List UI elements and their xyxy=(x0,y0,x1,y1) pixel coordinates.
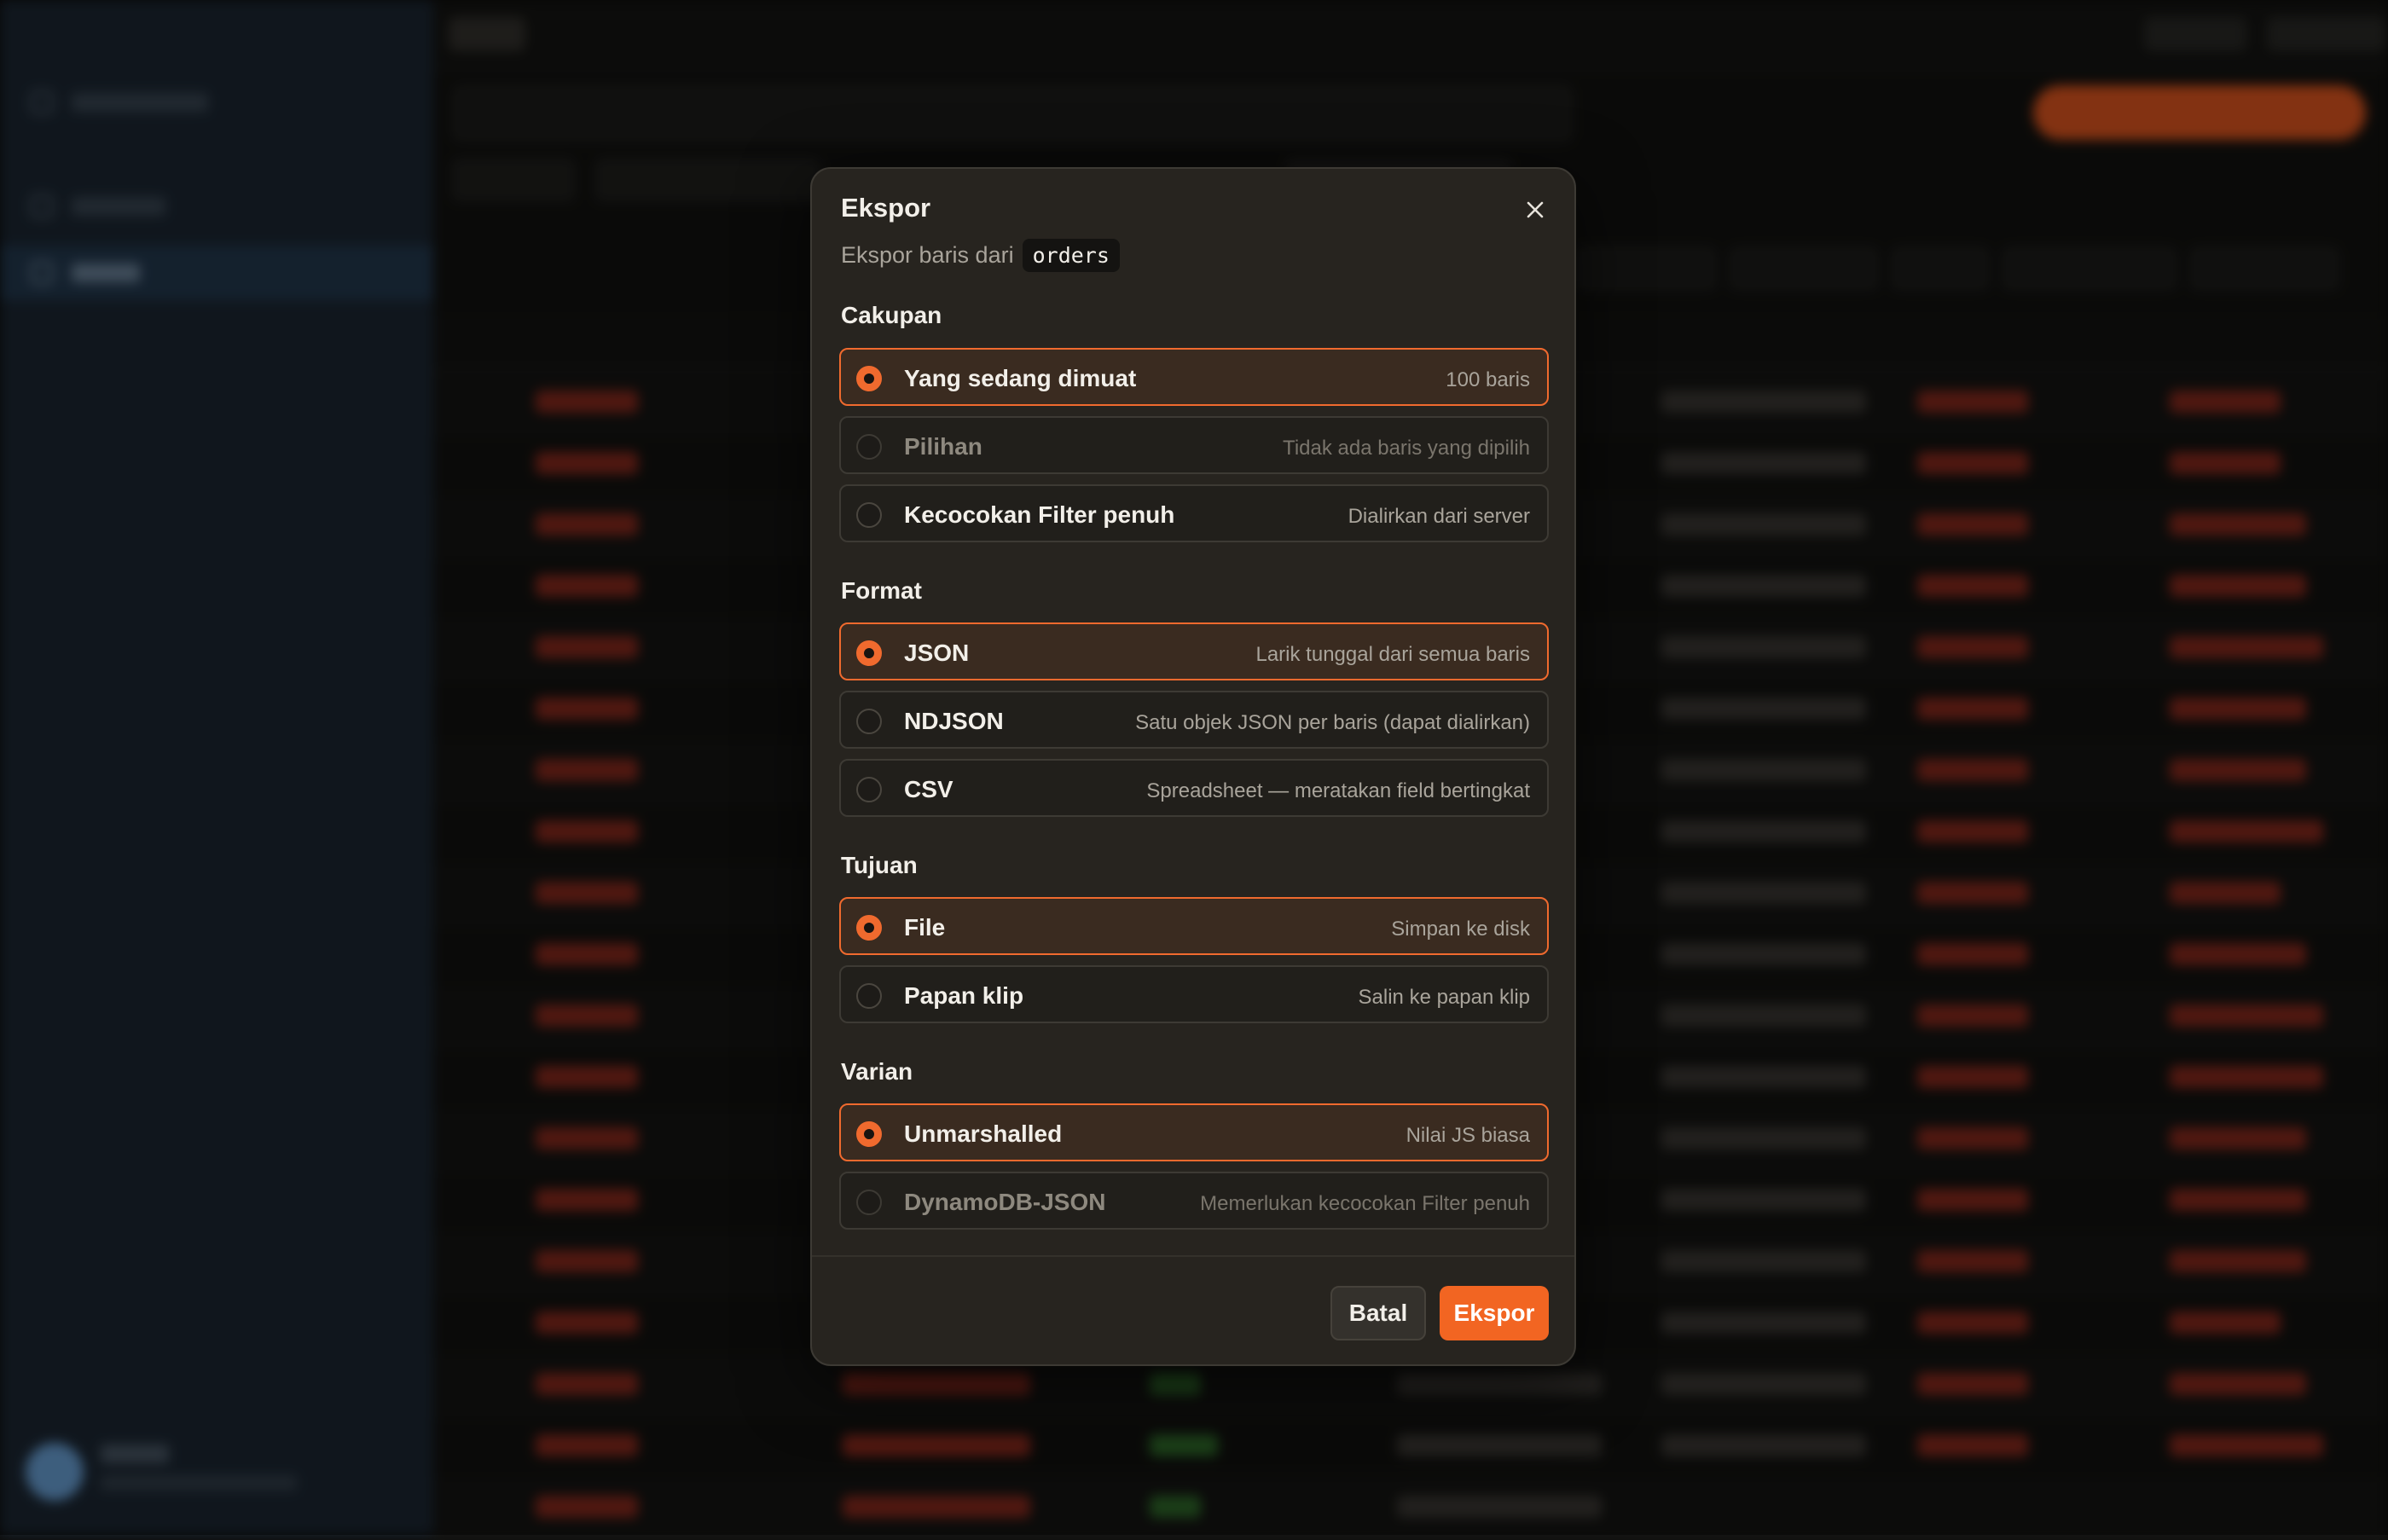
radio-selected xyxy=(856,640,882,666)
option-description: Tidak ada baris yang dipilih xyxy=(1283,437,1530,460)
section-label-scope: Cakupan xyxy=(841,302,942,328)
radio xyxy=(856,502,882,528)
option-variant-dynamodb-json: DynamoDB-JSON Memerlukan kecocokan Filte… xyxy=(839,1172,1549,1230)
radio xyxy=(856,1190,882,1215)
radio xyxy=(856,434,882,460)
option-description: Satu objek JSON per baris (dapat dialirk… xyxy=(1135,711,1530,734)
option-label: Papan klip xyxy=(904,982,1024,1009)
option-label: Pilihan xyxy=(904,433,982,460)
option-label: Yang sedang dimuat xyxy=(904,365,1137,391)
option-variant-unmarshalled[interactable]: Unmarshalled Nilai JS biasa xyxy=(839,1103,1549,1161)
option-format-ndjson[interactable]: NDJSON Satu objek JSON per baris (dapat … xyxy=(839,691,1549,749)
radio-selected xyxy=(856,366,882,391)
section-label-format: Format xyxy=(841,577,922,604)
option-label: Unmarshalled xyxy=(904,1120,1063,1147)
table-name-chip: orders xyxy=(1022,239,1120,272)
option-label: JSON xyxy=(904,640,970,666)
option-format-csv[interactable]: CSV Spreadsheet — meratakan field bertin… xyxy=(839,759,1549,817)
section-label-destination: Tujuan xyxy=(841,852,918,878)
close-button[interactable] xyxy=(1518,193,1552,227)
cancel-button[interactable]: Batal xyxy=(1330,1286,1426,1340)
close-icon xyxy=(1527,201,1544,218)
radio-selected xyxy=(856,1121,882,1147)
option-destination-clipboard[interactable]: Papan klip Salin ke papan klip xyxy=(839,965,1549,1023)
option-scope-loaded[interactable]: Yang sedang dimuat 100 baris xyxy=(839,348,1549,406)
option-description: Memerlukan kecocokan Filter penuh xyxy=(1200,1192,1530,1215)
option-label: NDJSON xyxy=(904,708,1004,734)
option-format-json[interactable]: JSON Larik tunggal dari semua baris xyxy=(839,622,1549,680)
radio xyxy=(856,709,882,734)
option-description: Simpan ke disk xyxy=(1391,918,1530,941)
option-label: CSV xyxy=(904,776,953,802)
export-button[interactable]: Ekspor xyxy=(1440,1286,1549,1340)
section-label-variant: Varian xyxy=(841,1058,913,1085)
option-label: File xyxy=(904,914,946,941)
option-description: Nilai JS biasa xyxy=(1406,1124,1530,1147)
option-label: Kecocokan Filter penuh xyxy=(904,501,1175,528)
footer-divider xyxy=(812,1255,1574,1257)
radio xyxy=(856,777,882,802)
option-label: DynamoDB-JSON xyxy=(904,1189,1106,1215)
radio-selected xyxy=(856,915,882,941)
option-scope-selection: Pilihan Tidak ada baris yang dipilih xyxy=(839,416,1549,474)
dialog-title: Ekspor xyxy=(841,193,931,223)
option-destination-file[interactable]: File Simpan ke disk xyxy=(839,897,1549,955)
option-description: 100 baris xyxy=(1446,368,1530,391)
dialog-subtitle: Ekspor baris dari orders xyxy=(841,239,1120,272)
export-dialog: Ekspor Ekspor baris dari orders Cakupan … xyxy=(810,167,1576,1366)
option-description: Salin ke papan klip xyxy=(1358,986,1530,1009)
option-scope-full-filter[interactable]: Kecocokan Filter penuh Dialirkan dari se… xyxy=(839,484,1549,542)
subtitle-text: Ekspor baris dari xyxy=(841,242,1014,268)
option-description: Spreadsheet — meratakan field bertingkat xyxy=(1146,779,1530,802)
radio xyxy=(856,983,882,1009)
option-description: Dialirkan dari server xyxy=(1348,505,1530,528)
option-description: Larik tunggal dari semua baris xyxy=(1255,643,1530,666)
